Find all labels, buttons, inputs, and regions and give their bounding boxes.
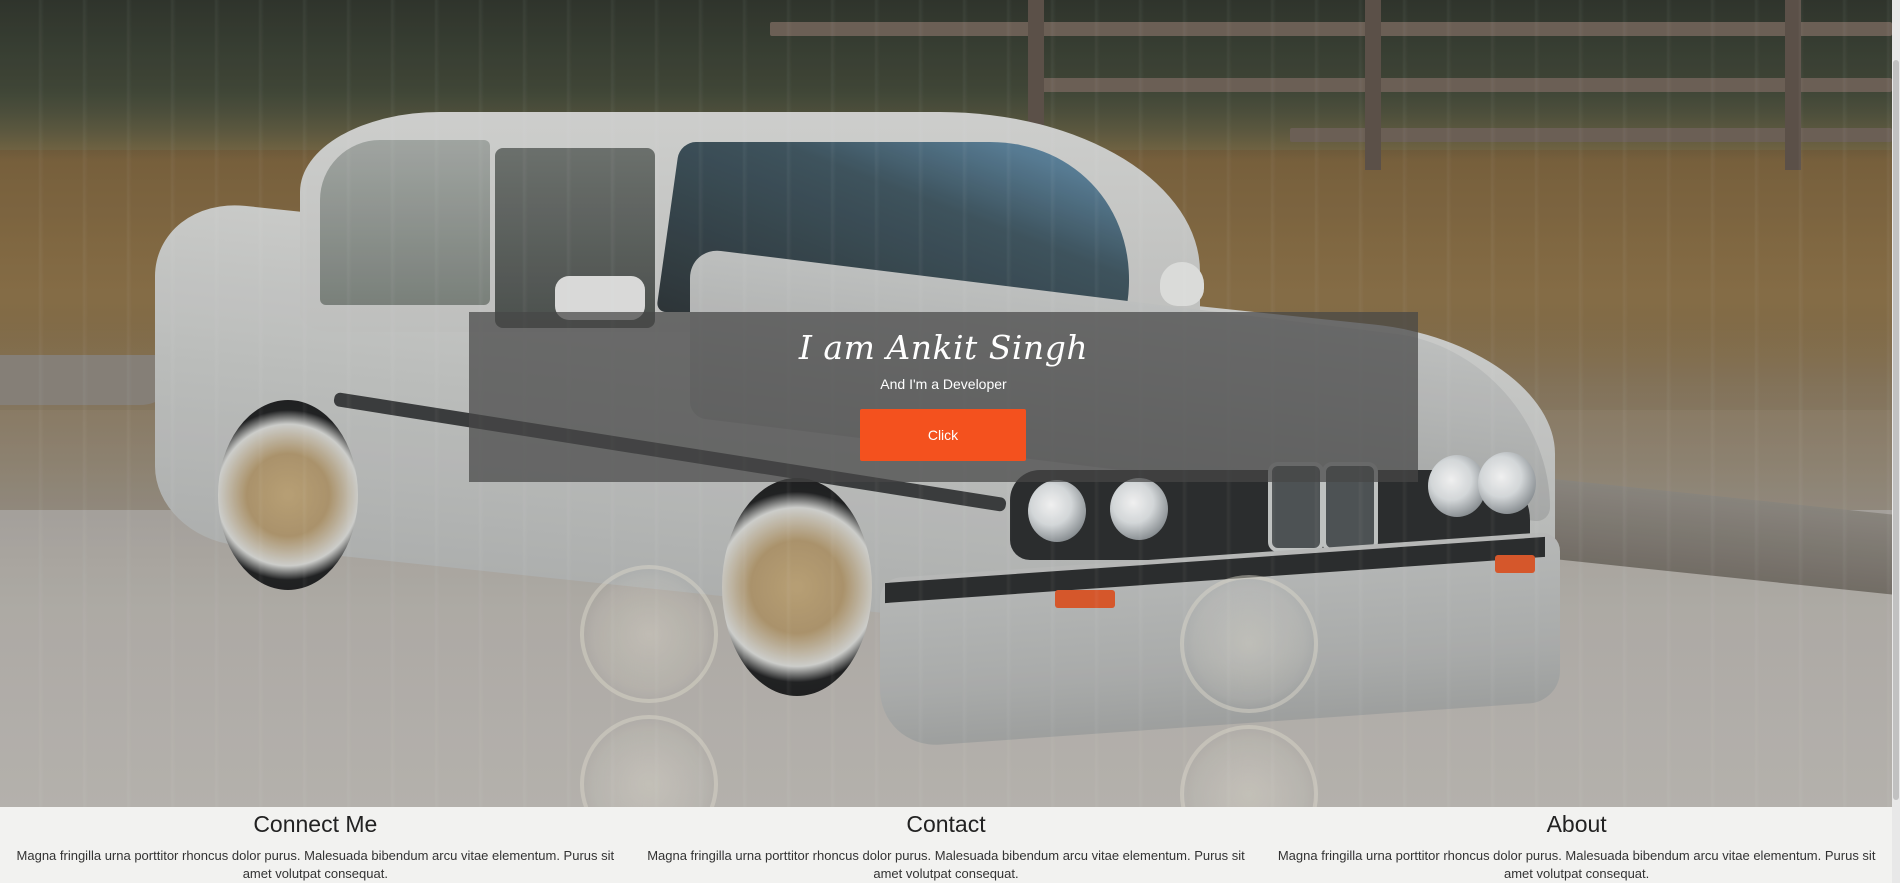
hero-section: I am Ankit Singh And I'm a Developer Cli… — [0, 0, 1892, 807]
footer-text: Magna fringilla urna porttitor rhoncus d… — [1277, 848, 1876, 881]
hero-overlay-card: I am Ankit Singh And I'm a Developer Cli… — [469, 312, 1418, 482]
footer-heading: Connect Me — [253, 811, 378, 837]
footer-text: Magna fringilla urna porttitor rhoncus d… — [647, 848, 1245, 881]
footer-text: Magna fringilla urna porttitor rhoncus d… — [16, 848, 615, 881]
footer-column-connect: Connect Me Magna fringilla urna porttito… — [0, 807, 631, 883]
hero-subtitle: And I'm a Developer — [880, 376, 1007, 392]
footer-column-contact: Contact Magna fringilla urna porttitor r… — [631, 807, 1262, 883]
footer-heading: About — [1546, 811, 1607, 837]
click-button[interactable]: Click — [860, 409, 1026, 461]
footer: Connect Me Magna fringilla urna porttito… — [0, 807, 1892, 883]
footer-heading: Contact — [906, 811, 986, 837]
vertical-scrollbar[interactable] — [1892, 0, 1900, 883]
hero-title: I am Ankit Singh — [798, 328, 1089, 367]
page: I am Ankit Singh And I'm a Developer Cli… — [0, 0, 1900, 883]
footer-column-about: About Magna fringilla urna porttitor rho… — [1261, 807, 1892, 883]
scrollbar-thumb[interactable] — [1893, 60, 1899, 800]
